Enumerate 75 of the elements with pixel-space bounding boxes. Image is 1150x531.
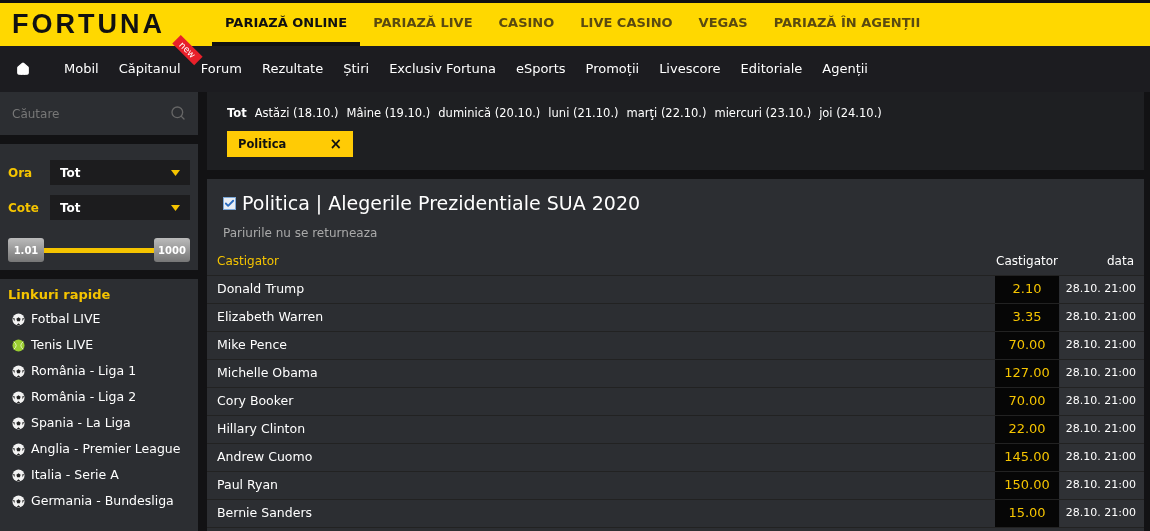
odds-button[interactable]: 127.00 bbox=[995, 359, 1059, 387]
nav-link[interactable]: Mobil bbox=[64, 61, 99, 77]
quick-link[interactable]: Germania - Bundesliga bbox=[8, 488, 190, 515]
table-cell-text: Hillary Clinton bbox=[216, 419, 307, 438]
odds-button[interactable]: 70.00 bbox=[995, 387, 1059, 415]
quick-link[interactable]: Fotbal LIVE bbox=[8, 306, 190, 333]
table-cell-text: Cory Booker bbox=[216, 391, 295, 410]
column-header: Castigator bbox=[216, 253, 280, 270]
caret-icon bbox=[171, 204, 180, 211]
home-icon[interactable] bbox=[16, 62, 30, 76]
date-filter[interactable]: duminică (20.10.) bbox=[438, 105, 541, 123]
nav-link[interactable]: Exclusiv Fortuna bbox=[389, 61, 496, 77]
odds-button[interactable]: 145.00 bbox=[995, 443, 1059, 471]
column-header: data bbox=[1105, 253, 1135, 270]
table-cell-text: Elizabeth Warren bbox=[216, 307, 325, 326]
market-note: Pariurile nu se returneaza bbox=[222, 224, 379, 242]
filter-dropdown[interactable]: Tot bbox=[50, 160, 190, 185]
quick-link[interactable]: Anglia - Premier League bbox=[8, 436, 190, 463]
date-filter[interactable]: luni (21.10.) bbox=[548, 105, 619, 123]
quick-link[interactable]: România - Liga 1 bbox=[8, 358, 190, 385]
filter-dropdown[interactable]: Tot bbox=[50, 195, 190, 220]
filter-label: Cote bbox=[8, 199, 40, 217]
top-nav-tab[interactable]: CASINO bbox=[485, 3, 568, 46]
quick-link[interactable]: România - Liga 2 bbox=[8, 384, 190, 411]
nav-link[interactable]: Rezultate bbox=[261, 61, 324, 77]
search-field[interactable]: Căutare bbox=[0, 92, 198, 135]
odds-button[interactable]: 22.00 bbox=[995, 415, 1059, 443]
table-cell-text: Andrew Cuomo bbox=[216, 447, 314, 466]
nav-link[interactable]: Știri bbox=[343, 61, 370, 77]
close-button[interactable]: × bbox=[329, 133, 342, 156]
football-icon bbox=[12, 495, 25, 508]
tennis-ball-icon bbox=[12, 339, 25, 352]
tag-label: Politica bbox=[238, 135, 287, 153]
table-cell-text: Donald Trump bbox=[216, 279, 306, 298]
odds-button[interactable]: 15.00 bbox=[995, 499, 1059, 527]
odds-button[interactable]: 3.35 bbox=[995, 303, 1059, 331]
nav-link[interactable]: Livescore bbox=[659, 61, 721, 77]
football-icon bbox=[12, 391, 25, 404]
nav-link[interactable]: Forum bbox=[200, 61, 242, 77]
quick-link[interactable]: Spania - La Liga bbox=[8, 410, 190, 437]
football-icon bbox=[12, 417, 25, 430]
date-filter[interactable]: marţi (22.10.) bbox=[626, 105, 707, 123]
nav-link[interactable]: eSports bbox=[515, 61, 566, 77]
odds-button[interactable]: 150.00 bbox=[995, 471, 1059, 499]
football-icon bbox=[12, 313, 25, 326]
odds-button[interactable]: 2.10 bbox=[995, 275, 1059, 303]
date-filter[interactable]: Astăzi (18.10.) bbox=[254, 105, 339, 123]
market-title: Politica | Alegerile Prezidentiale SUA 2020 bbox=[242, 191, 641, 217]
checkbox[interactable] bbox=[223, 196, 236, 210]
table-cell-text: Mike Pence bbox=[216, 335, 288, 354]
top-nav-tab[interactable]: VEGAS bbox=[685, 3, 761, 46]
football-icon bbox=[12, 469, 25, 482]
section-title: Linkuri rapide bbox=[8, 286, 112, 304]
filter-label: Ora bbox=[8, 164, 34, 182]
football-icon bbox=[12, 443, 25, 456]
nav-link[interactable]: Editoriale bbox=[740, 61, 803, 77]
top-nav-tab[interactable]: PARIAZĂ ÎN AGENȚII bbox=[760, 3, 934, 46]
date-filter[interactable]: Tot bbox=[227, 105, 247, 123]
football-icon bbox=[12, 365, 25, 378]
odds-button[interactable]: 70.00 bbox=[995, 331, 1059, 359]
date-filter[interactable]: joi (24.10.) bbox=[819, 105, 882, 123]
table-cell-text: Bernie Sanders bbox=[216, 503, 314, 522]
table-cell-text: Paul Ryan bbox=[216, 475, 279, 494]
date-filter[interactable]: Mâine (19.10.) bbox=[346, 105, 431, 123]
column-header: Castigator bbox=[995, 253, 1059, 270]
quick-link[interactable]: Italia - Serie A bbox=[8, 462, 190, 489]
top-nav-tab[interactable]: LIVE CASINO bbox=[567, 3, 686, 46]
caret-icon bbox=[171, 169, 180, 176]
nav-link[interactable]: Agenții bbox=[822, 61, 868, 77]
quick-link[interactable]: Tenis LIVE bbox=[8, 332, 190, 359]
search-icon[interactable] bbox=[170, 105, 186, 121]
nav-link[interactable]: Promoții bbox=[585, 61, 640, 77]
date-filter[interactable]: miercuri (23.10.) bbox=[714, 105, 812, 123]
top-nav-tab[interactable]: PARIAZĂ LIVE bbox=[360, 3, 486, 46]
table-cell-text: Michelle Obama bbox=[216, 363, 319, 382]
